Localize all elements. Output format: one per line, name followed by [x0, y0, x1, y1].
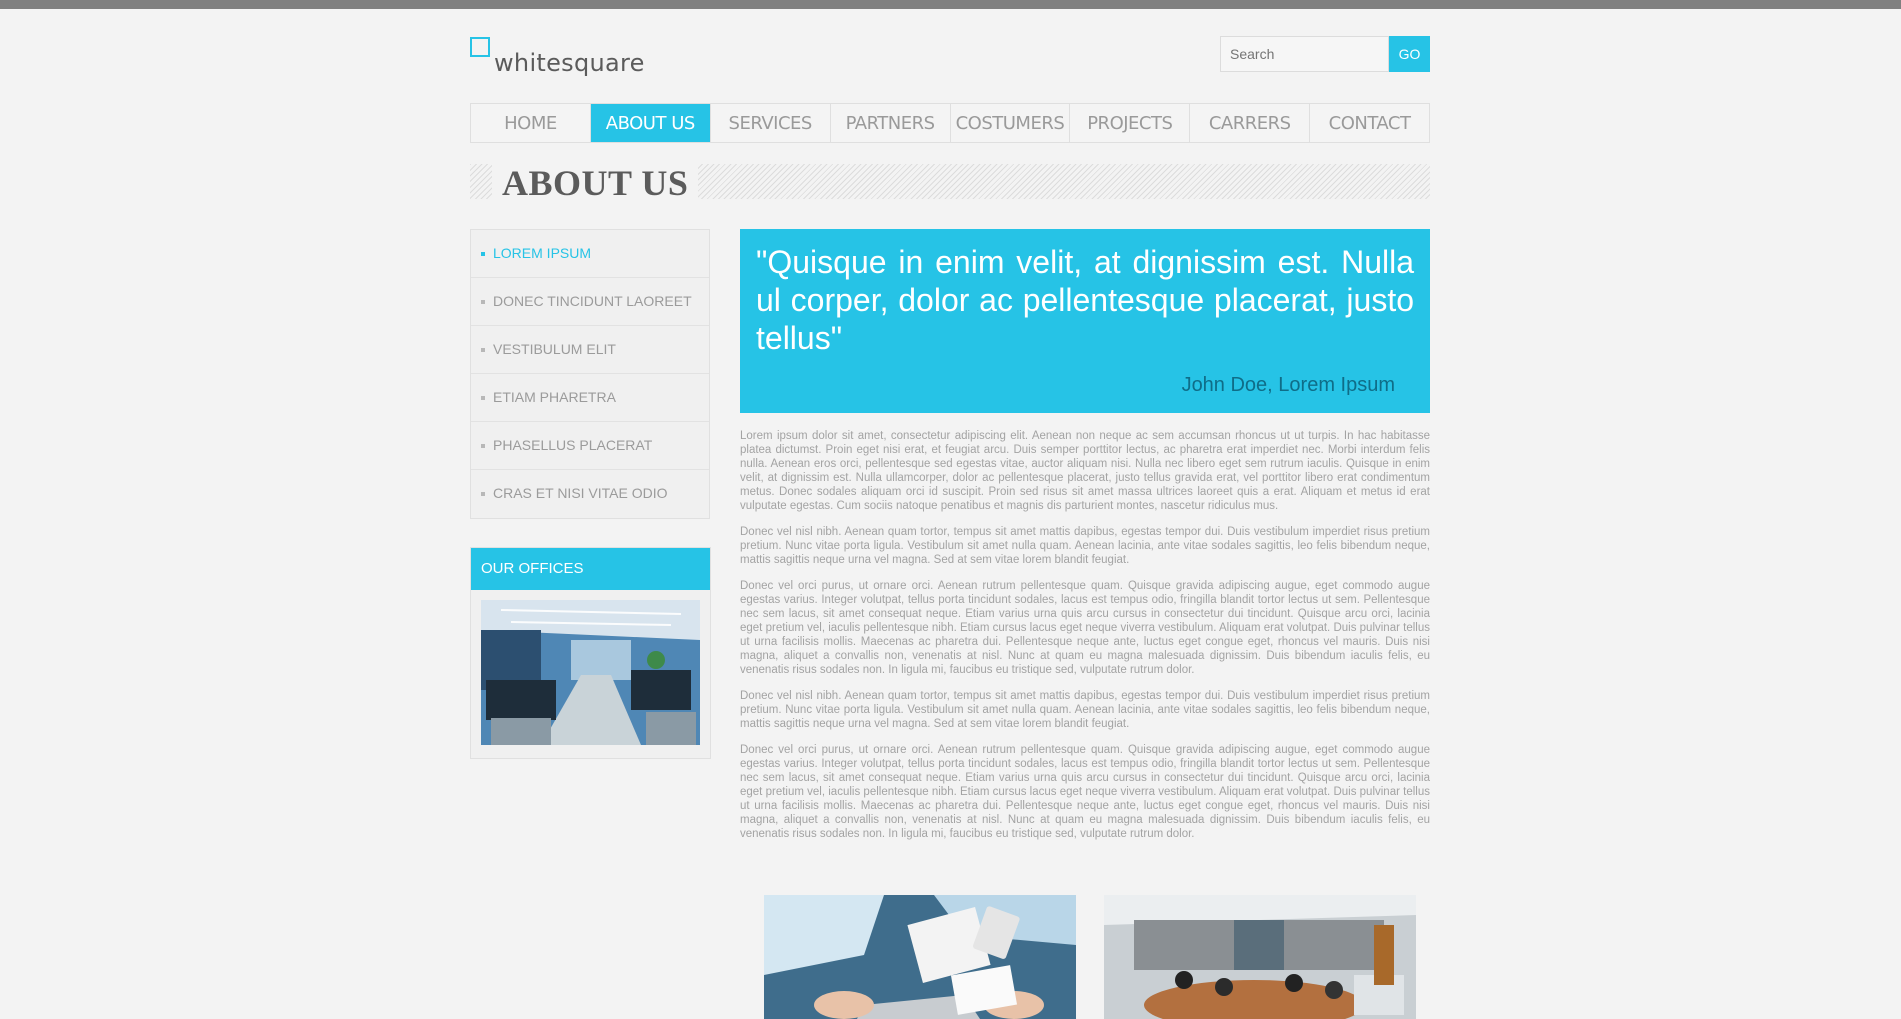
search-input[interactable]	[1220, 36, 1389, 72]
nav-partners[interactable]: PARTNERS	[831, 104, 951, 142]
sidebar-item-phasellus-placerat[interactable]: PHASELLUS PLACERAT	[471, 422, 709, 470]
top-strip	[0, 0, 1901, 9]
main-content: "Quisque in enim velit, at dignissim est…	[740, 229, 1430, 853]
sidebar-item-vestibulum-elit[interactable]: VESTIBULUM ELIT	[471, 326, 709, 374]
nav-projects[interactable]: PROJECTS	[1070, 104, 1191, 142]
sidebar-item-etiam-pharetra[interactable]: ETIAM PHARETRA	[471, 374, 709, 422]
open-office-photo[interactable]	[1104, 895, 1416, 1019]
logo[interactable]: whitesquare	[470, 37, 670, 77]
nav-home[interactable]: HOME	[471, 104, 591, 142]
paragraph: Donec vel orci purus, ut ornare orci. Ae…	[740, 580, 1430, 676]
logo-square-icon	[470, 37, 490, 57]
quote-text: "Quisque in enim velit, at dignissim est…	[756, 244, 1414, 356]
nav-services[interactable]: SERVICES	[711, 104, 831, 142]
office-photo[interactable]	[481, 600, 700, 745]
sidebar-menu: LOREM IPSUM DONEC TINCIDUNT LAOREET VEST…	[470, 229, 710, 519]
sidebar-item-lorem-ipsum[interactable]: LOREM IPSUM	[471, 230, 709, 278]
nav-contact[interactable]: CONTACT	[1310, 104, 1429, 142]
nav-carrers[interactable]: CARRERS	[1190, 104, 1311, 142]
business-meeting-photo[interactable]	[764, 895, 1076, 1019]
body-text: Lorem ipsum dolor sit amet, consectetur …	[740, 429, 1430, 841]
our-offices-box: OUR OFFICES	[470, 547, 711, 759]
page-container: whitesquare GO HOME ABOUT US SERVICES PA…	[470, 9, 1430, 1019]
paragraph: Donec vel orci purus, ut ornare orci. Ae…	[740, 744, 1430, 840]
paragraph: Lorem ipsum dolor sit amet, consectetur …	[740, 430, 1430, 512]
search-go-button[interactable]: GO	[1389, 36, 1430, 72]
paragraph: Donec vel nisl nibh. Aenean quam tortor,…	[740, 690, 1430, 730]
main-nav: HOME ABOUT US SERVICES PARTNERS COSTUMER…	[470, 103, 1430, 143]
title-band: ABOUT US	[470, 164, 1430, 202]
our-offices-title: OUR OFFICES	[471, 548, 710, 590]
sidebar-item-donec-tincidunt-laoreet[interactable]: DONEC TINCIDUNT LAOREET	[471, 278, 709, 326]
search-form: GO	[1220, 36, 1430, 72]
nav-costumers[interactable]: COSTUMERS	[951, 104, 1071, 142]
quote-author: John Doe, Lorem Ipsum	[1181, 374, 1395, 396]
quote-box: "Quisque in enim velit, at dignissim est…	[740, 229, 1430, 413]
paragraph: Donec vel nisl nibh. Aenean quam tortor,…	[740, 526, 1430, 566]
photo-row	[740, 895, 1430, 1019]
sidebar-item-cras-et-nisi-vitae-odio[interactable]: CRAS ET NISI VITAE ODIO	[471, 470, 709, 518]
nav-about-us[interactable]: ABOUT US	[590, 104, 711, 142]
logo-text: whitesquare	[494, 49, 645, 77]
page-title: ABOUT US	[492, 164, 699, 202]
